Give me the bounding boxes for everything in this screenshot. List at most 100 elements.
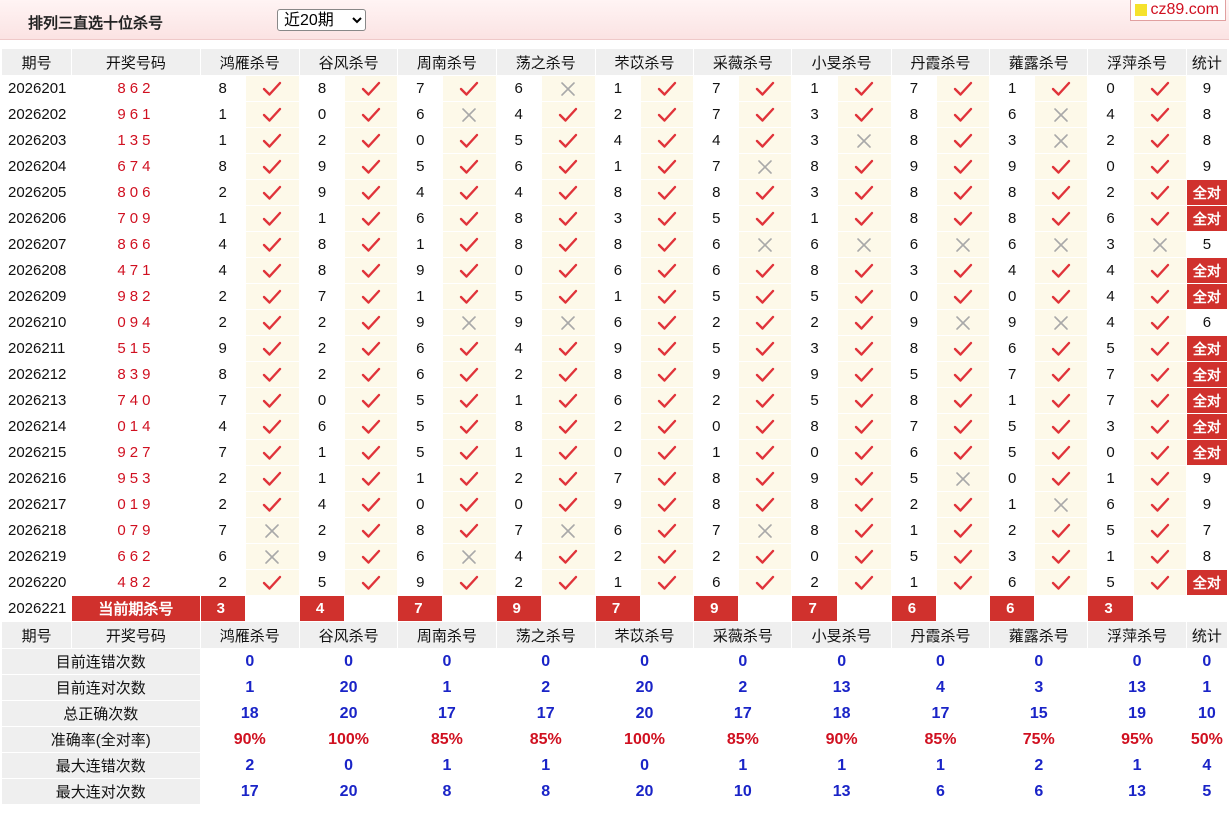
correct-check-icon: [442, 517, 497, 544]
wrong-cross-icon: [1132, 231, 1187, 258]
draw-number: 709: [71, 205, 201, 232]
stats-row: 总正确次数 18 20 17 17 20 17 18 17 15 19 10: [1, 700, 1229, 727]
issue-number: 2026210: [0, 309, 73, 336]
stats-value: 0: [397, 648, 497, 675]
current-kill-number: 6: [989, 595, 1036, 622]
kill-number: 3: [791, 335, 838, 362]
kill-number: 8: [693, 491, 740, 518]
kill-number: 6: [298, 413, 346, 440]
correct-check-icon: [935, 153, 991, 180]
correct-check-icon: [1132, 465, 1187, 492]
correct-check-icon: [244, 361, 300, 388]
current-empty-cell: [1132, 595, 1187, 622]
correct-check-icon: [1132, 75, 1187, 102]
all-correct-badge: 全对: [1185, 205, 1229, 232]
table-row: 2026211 515 9 2 6 4 9 5 3 8 6 5 全对: [0, 335, 1229, 362]
table-row: 2026214 014 4 6 5 8 2 0 8 7 5 3 全对: [0, 413, 1229, 440]
kill-number: 1: [298, 465, 346, 492]
kill-number: 7: [397, 75, 444, 102]
kill-number: 7: [199, 387, 246, 414]
correct-check-icon: [935, 257, 991, 284]
kill-number: 4: [495, 179, 542, 206]
correct-check-icon: [935, 387, 991, 414]
period-select[interactable]: 近20期: [277, 9, 366, 31]
kill-number: 6: [1087, 205, 1134, 232]
correct-check-icon: [738, 101, 793, 128]
stats-row: 准确率(全对率) 90% 100% 85% 85% 100% 85% 90% 85% 75% 95%…: [1, 726, 1229, 753]
correct-check-icon: [540, 153, 596, 180]
correct-check-icon: [836, 361, 892, 388]
table-row: 2026213 740 7 0 5 1 6 2 5 8 1 7 全对: [0, 387, 1229, 414]
current-total-cell: [1185, 595, 1229, 622]
correct-check-icon: [244, 387, 300, 414]
correct-check-icon: [540, 283, 596, 310]
kill-number: 0: [693, 413, 740, 440]
kill-number: 2: [199, 491, 246, 518]
current-empty-cell: [836, 595, 892, 622]
kill-number: 7: [298, 283, 346, 310]
draw-number: 953: [71, 465, 201, 492]
stats-value: 20: [298, 674, 399, 701]
stats-label: 总正确次数: [1, 700, 201, 727]
stats-value: 2: [495, 674, 596, 701]
correct-check-icon: [935, 413, 991, 440]
correct-check-icon: [639, 205, 695, 232]
kill-number: 5: [397, 439, 444, 466]
kill-number: 7: [693, 75, 740, 102]
correct-check-icon: [738, 387, 793, 414]
stats-value: 0: [890, 648, 991, 675]
current-kill-number: 7: [594, 595, 642, 622]
kill-number: 6: [594, 517, 642, 544]
kill-number: 5: [397, 413, 444, 440]
correct-check-icon: [639, 231, 695, 258]
kill-number: 6: [397, 205, 444, 232]
kill-number: 7: [989, 361, 1036, 388]
kill-number: 7: [199, 517, 246, 544]
kill-number: 5: [1087, 517, 1134, 544]
kill-number: 1: [199, 127, 246, 154]
header-expert: 鸿雁杀号: [199, 48, 300, 76]
stats-value: 1: [791, 752, 892, 779]
correct-check-icon: [836, 283, 892, 310]
wrong-cross-icon: [738, 517, 793, 544]
correct-check-icon: [442, 465, 497, 492]
stats-value: 75%: [989, 726, 1089, 753]
kill-number: 2: [298, 335, 346, 362]
stats-value: 13: [1087, 778, 1187, 805]
correct-check-icon: [1132, 205, 1187, 232]
header-total: 统计: [1185, 621, 1229, 649]
correct-check-icon: [540, 413, 596, 440]
stats-value: 1: [890, 752, 991, 779]
kill-number: 9: [791, 361, 838, 388]
correct-check-icon: [1034, 569, 1089, 596]
column-header-row-repeat: 期号 开奖号码 鸿雁杀号 谷风杀号 周南杀号 荡之杀号 芣苡杀号 采薇杀号 小旻杀号 丹霞杀号 蕹露…: [0, 621, 1229, 649]
stats-value: 4: [890, 674, 991, 701]
correct-check-icon: [344, 569, 399, 596]
current-empty-cell: [540, 595, 596, 622]
kill-number: 6: [890, 439, 937, 466]
kill-number: 2: [1087, 179, 1134, 206]
stats-value: 8: [495, 778, 596, 805]
kill-number: 8: [890, 205, 937, 232]
correct-check-icon: [1034, 257, 1089, 284]
hit-count: 6: [1185, 309, 1229, 336]
stats-value: 17: [693, 700, 793, 727]
correct-check-icon: [935, 283, 991, 310]
correct-check-icon: [738, 75, 793, 102]
stats-value: 1: [693, 752, 793, 779]
correct-check-icon: [344, 179, 399, 206]
header-expert: 谷风杀号: [298, 621, 399, 649]
hit-count: 8: [1185, 127, 1229, 154]
kill-number: 2: [298, 361, 346, 388]
header-expert: 周南杀号: [397, 621, 497, 649]
kill-number: 8: [791, 413, 838, 440]
kill-number: 8: [791, 517, 838, 544]
kill-number: 4: [495, 335, 542, 362]
issue-number: 2026217: [0, 491, 73, 518]
kill-number: 8: [397, 517, 444, 544]
correct-check-icon: [244, 309, 300, 336]
kill-number: 2: [989, 517, 1036, 544]
stats-value: 100%: [298, 726, 399, 753]
site-logo[interactable]: cz89.com: [1129, 0, 1226, 21]
draw-number: 515: [71, 335, 201, 362]
